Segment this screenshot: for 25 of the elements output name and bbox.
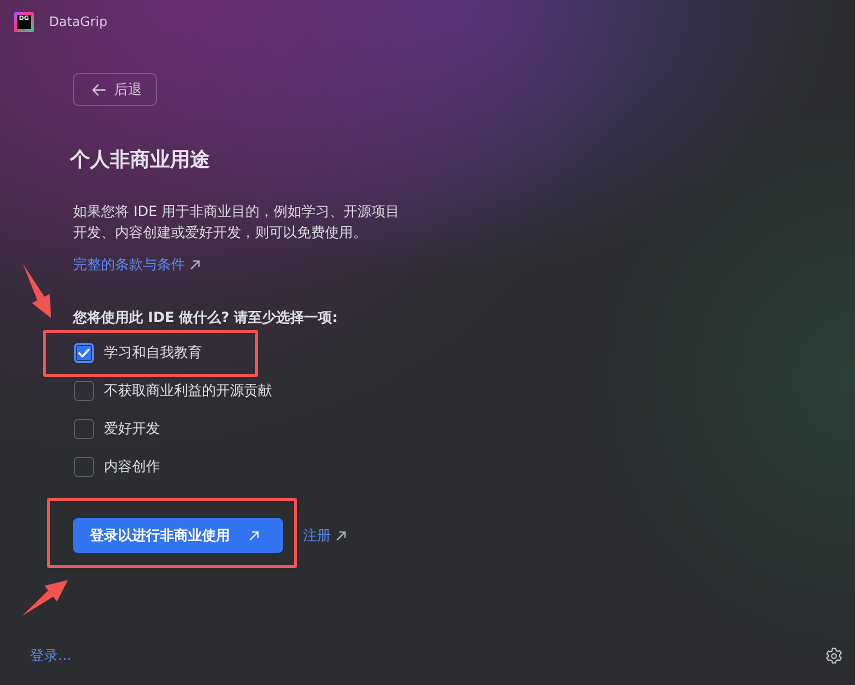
annotation-arrow [20, 578, 70, 618]
arrow-up-right-icon [190, 260, 200, 270]
settings-icon[interactable] [825, 647, 843, 665]
terms-link[interactable]: 完整的条款与条件 [73, 255, 200, 275]
login-link[interactable]: 登录... [30, 646, 72, 666]
checkbox[interactable] [74, 343, 94, 363]
annotation-arrow [21, 262, 53, 320]
checkbox[interactable] [74, 457, 94, 477]
window-title: DataGrip [49, 14, 108, 30]
checkbox[interactable] [74, 419, 94, 439]
option-label: 学习和自我教育 [104, 344, 202, 362]
back-button[interactable]: 后退 [73, 73, 157, 106]
description-text: 如果您将 IDE 用于非商业目的，例如学习、开源项目开发、内容创建或爱好开发，则可以免费使用。 [73, 203, 401, 243]
arrow-up-right-icon [336, 530, 346, 540]
register-link[interactable]: 注册 [303, 526, 346, 544]
checkmark-icon [78, 348, 90, 358]
option-label: 爱好开发 [104, 420, 160, 438]
back-arrow-icon [92, 84, 106, 96]
arrow-up-right-icon [249, 530, 259, 540]
option-label: 不获取商业利益的开源贡献 [104, 382, 272, 400]
checkbox[interactable] [74, 381, 94, 401]
option-label: 内容创作 [104, 458, 160, 476]
sign-in-button[interactable]: 登录以进行非商业使用 [73, 518, 283, 553]
question-label: 您将使用此 IDE 做什么? 请至少选择一项: [73, 309, 338, 328]
page-heading: 个人非商业用途 [70, 146, 210, 172]
